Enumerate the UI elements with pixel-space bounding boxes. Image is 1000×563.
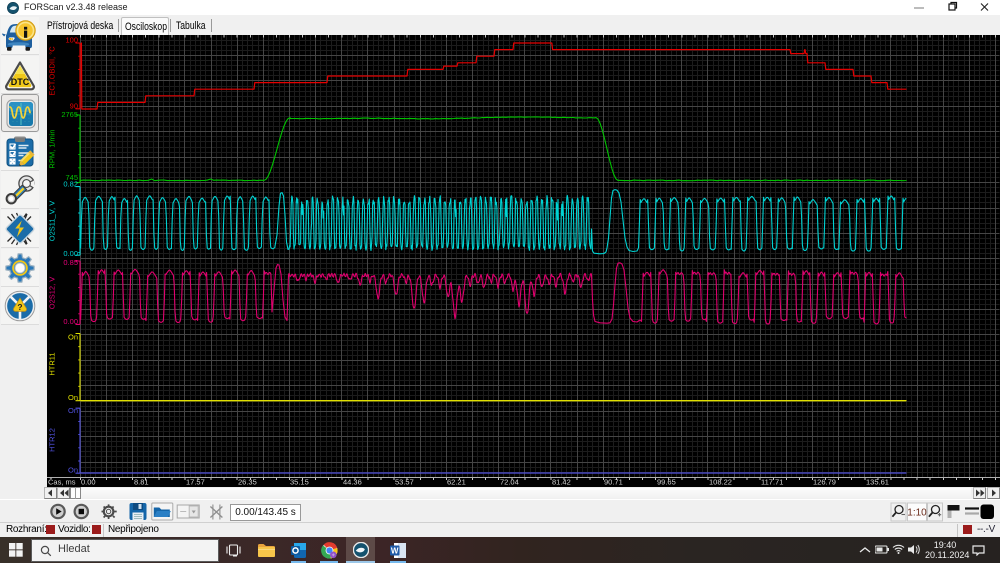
svg-text:On: On bbox=[68, 393, 78, 402]
svg-text:99.65: 99.65 bbox=[657, 478, 676, 487]
svg-text:ECT.OBDII, °C: ECT.OBDII, °C bbox=[48, 46, 57, 96]
svg-text:0.85: 0.85 bbox=[63, 258, 78, 267]
svg-text:8.81: 8.81 bbox=[134, 478, 149, 487]
svg-text:2765: 2765 bbox=[61, 110, 78, 119]
svg-text:62.21: 62.21 bbox=[447, 478, 466, 487]
svg-text:72.04: 72.04 bbox=[500, 478, 519, 487]
svg-text:100: 100 bbox=[65, 36, 78, 45]
svg-text:0.00: 0.00 bbox=[63, 249, 78, 258]
svg-text:O2S11_V, V: O2S11_V, V bbox=[48, 201, 57, 241]
svg-text:?: ? bbox=[17, 302, 22, 312]
svg-text:Čas, ms: Čas, ms bbox=[48, 478, 76, 487]
svg-text:26.35: 26.35 bbox=[238, 478, 257, 487]
svg-text:W: W bbox=[391, 547, 399, 556]
svg-text:On: On bbox=[68, 406, 78, 415]
svg-text:0.82: 0.82 bbox=[63, 179, 78, 188]
svg-text:81.42: 81.42 bbox=[552, 478, 571, 487]
svg-text:DTC: DTC bbox=[11, 77, 30, 87]
svg-text:35.15: 35.15 bbox=[290, 478, 309, 487]
svg-text:90: 90 bbox=[70, 101, 78, 110]
svg-text:126.79: 126.79 bbox=[813, 478, 836, 487]
svg-text:RPM, 1/min: RPM, 1/min bbox=[48, 129, 57, 168]
svg-text:17.57: 17.57 bbox=[186, 478, 205, 487]
svg-text:0.00: 0.00 bbox=[63, 317, 78, 326]
svg-text:53.57: 53.57 bbox=[395, 478, 414, 487]
svg-text:On: On bbox=[68, 333, 78, 342]
svg-text:O2S12, V: O2S12, V bbox=[48, 277, 57, 310]
svg-text:108.22: 108.22 bbox=[709, 478, 732, 487]
svg-text:90.71: 90.71 bbox=[604, 478, 623, 487]
svg-text:HTR12: HTR12 bbox=[48, 428, 57, 452]
svg-text:135.61: 135.61 bbox=[866, 478, 889, 487]
svg-text:44.36: 44.36 bbox=[343, 478, 362, 487]
svg-text:117.71: 117.71 bbox=[761, 478, 783, 487]
svg-text:HTR11: HTR11 bbox=[48, 352, 57, 375]
svg-text:1:10: 1:10 bbox=[907, 508, 927, 519]
svg-text:0.00: 0.00 bbox=[81, 478, 96, 487]
svg-text:On: On bbox=[68, 466, 78, 475]
